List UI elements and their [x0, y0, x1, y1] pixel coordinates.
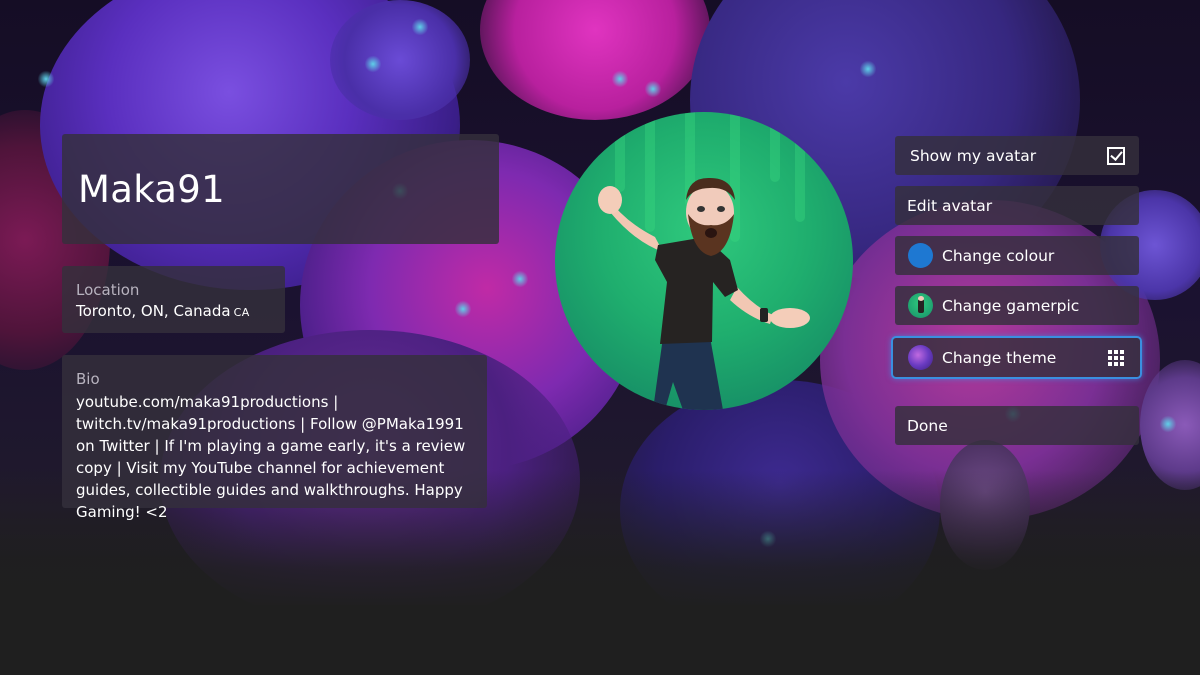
bio-text: youtube.com/maka91productions | twitch.t…	[76, 393, 466, 521]
checkbox-checked-icon[interactable]	[1107, 146, 1125, 165]
location-panel: Location Toronto, ON, Canada CA	[62, 266, 285, 333]
location-value-row: Toronto, ON, Canada CA	[76, 300, 285, 324]
country-flag-icon: CA	[233, 306, 250, 319]
background-sparkle	[365, 55, 381, 73]
gamertag: Maka91	[78, 168, 225, 211]
done-button[interactable]: Done	[895, 406, 1139, 445]
location-label: Location	[76, 281, 140, 299]
background-sparkle	[38, 70, 54, 88]
change-colour-label: Change colour	[942, 246, 1055, 265]
background-bottom	[0, 605, 1200, 675]
gamertag-panel: Maka91	[62, 134, 499, 244]
change-colour-button[interactable]: Change colour	[895, 236, 1139, 275]
change-theme-label: Change theme	[942, 348, 1057, 367]
view-options-grid-icon[interactable]	[1108, 349, 1124, 366]
background-sparkle	[512, 270, 528, 288]
edit-avatar-label: Edit avatar	[907, 196, 993, 215]
theme-thumbnail	[908, 345, 933, 370]
background-bubble	[480, 0, 710, 120]
bio-panel: Bio youtube.com/maka91productions | twit…	[62, 355, 487, 521]
change-theme-button[interactable]: Change theme	[891, 336, 1142, 379]
done-label: Done	[907, 416, 948, 435]
avatar-figure-icon	[598, 177, 810, 410]
avatar-image	[555, 112, 853, 410]
background-sparkle	[412, 18, 428, 36]
background-sparkle	[860, 60, 876, 78]
show-my-avatar-label: Show my avatar	[910, 146, 1037, 165]
background-sparkle	[1160, 415, 1176, 433]
background-bubble	[330, 0, 470, 120]
edit-avatar-button[interactable]: Edit avatar	[895, 186, 1139, 225]
change-gamerpic-button[interactable]: Change gamerpic	[895, 286, 1139, 325]
bio-label: Bio	[76, 370, 100, 388]
show-my-avatar-toggle[interactable]: Show my avatar	[895, 136, 1139, 175]
colour-swatch-icon	[908, 243, 933, 268]
location-value: Toronto, ON, Canada	[76, 302, 231, 320]
background-sparkle	[612, 70, 628, 88]
gamerpic-thumbnail	[908, 293, 933, 318]
change-gamerpic-label: Change gamerpic	[942, 296, 1080, 315]
background-sparkle	[645, 80, 661, 98]
background-sparkle	[455, 300, 471, 318]
